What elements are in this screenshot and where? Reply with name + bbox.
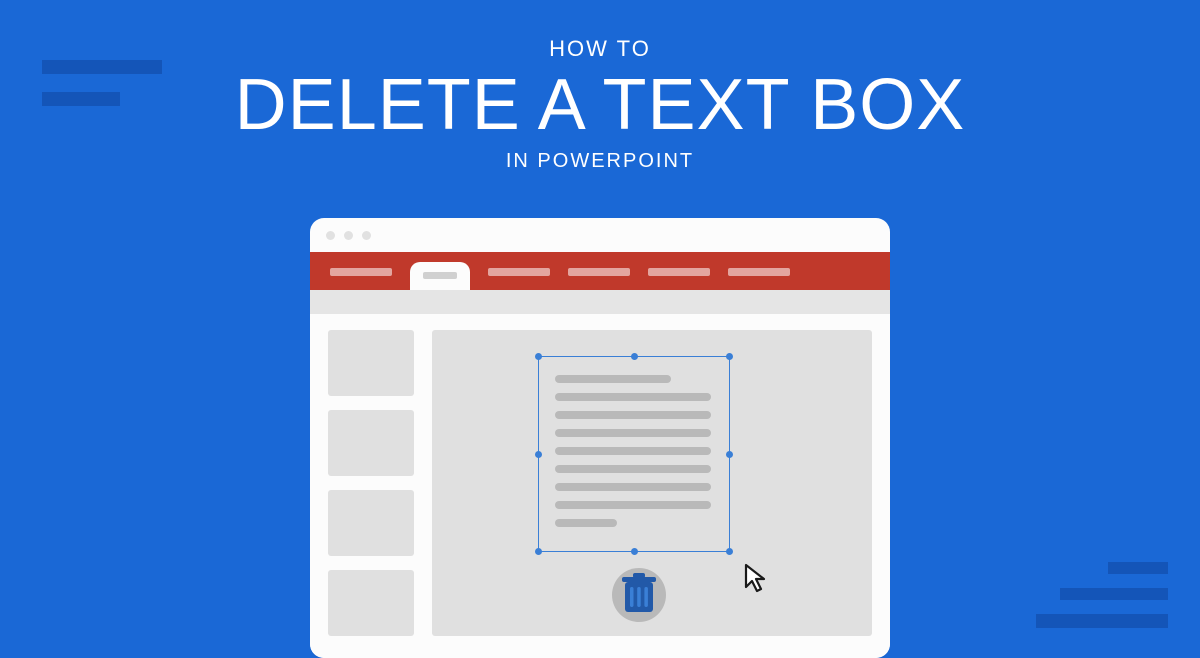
selected-text-box xyxy=(538,356,730,552)
app-window xyxy=(310,218,890,658)
selection-handle-icon xyxy=(726,548,733,555)
slide-thumbnail xyxy=(328,330,414,396)
slide-thumbnail xyxy=(328,570,414,636)
ribbon-tab xyxy=(488,268,550,276)
title-line-2: DELETE A TEXT BOX xyxy=(0,64,1200,146)
decoration-bottom-right xyxy=(1036,562,1168,628)
trash-icon xyxy=(612,568,666,622)
ribbon-tab xyxy=(568,268,630,276)
window-control-icon xyxy=(362,231,371,240)
selection-handle-icon xyxy=(726,451,733,458)
ribbon-tab-active xyxy=(410,262,470,290)
cursor-icon xyxy=(744,563,770,598)
title-line-1: HOW TO xyxy=(0,36,1200,62)
selection-handle-icon xyxy=(535,548,542,555)
ribbon-tab xyxy=(648,268,710,276)
text-lines xyxy=(539,357,729,545)
selection-handle-icon xyxy=(535,353,542,360)
window-control-icon xyxy=(326,231,335,240)
selection-handle-icon xyxy=(631,548,638,555)
slide-canvas xyxy=(432,330,872,636)
workspace xyxy=(310,314,890,658)
slide-thumbnails xyxy=(328,330,414,636)
tool-strip xyxy=(310,290,890,314)
ribbon-tab xyxy=(330,268,392,276)
ribbon-bar xyxy=(310,252,890,290)
window-control-icon xyxy=(344,231,353,240)
title-line-3: IN POWERPOINT xyxy=(0,150,1200,173)
selection-handle-icon xyxy=(535,451,542,458)
decoration-top-left xyxy=(42,60,162,106)
title-block: HOW TO DELETE A TEXT BOX IN POWERPOINT xyxy=(0,0,1200,173)
slide-thumbnail xyxy=(328,410,414,476)
selection-handle-icon xyxy=(726,353,733,360)
slide-thumbnail xyxy=(328,490,414,556)
window-titlebar xyxy=(310,218,890,252)
selection-handle-icon xyxy=(631,353,638,360)
ribbon-tab xyxy=(728,268,790,276)
